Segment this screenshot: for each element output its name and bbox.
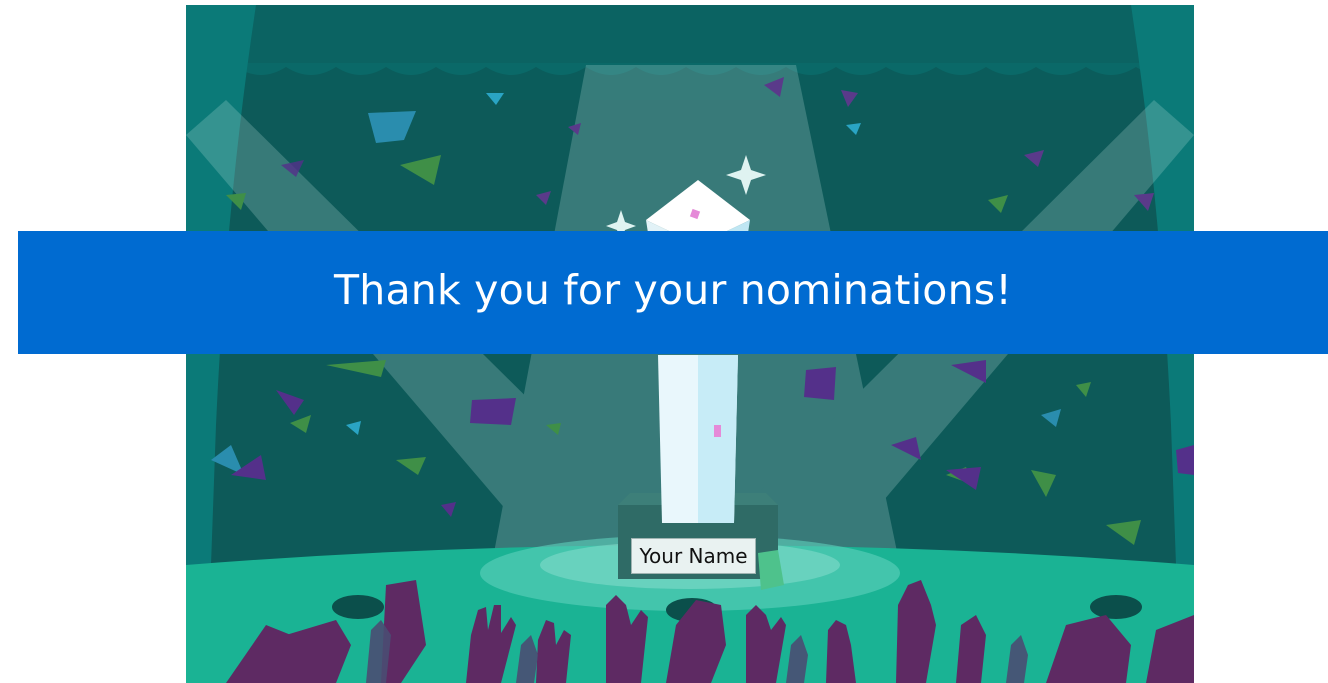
trophy-name-plate: Your Name <box>631 538 756 574</box>
thank-you-banner: Thank you for your nominations! <box>18 231 1328 354</box>
banner-message: Thank you for your nominations! <box>334 265 1012 314</box>
